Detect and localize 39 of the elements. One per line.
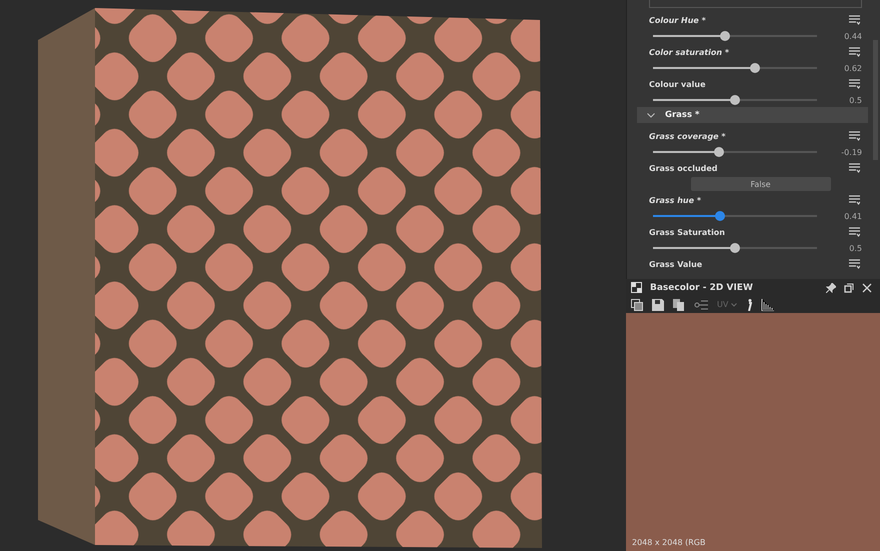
menu-icon[interactable]: [849, 259, 860, 269]
menu-icon[interactable]: [849, 47, 860, 57]
menu-icon[interactable]: [849, 15, 860, 25]
property-label: Grass occluded: [649, 164, 719, 172]
property-label: Colour value: [649, 80, 707, 88]
menu-icon[interactable]: [849, 163, 860, 173]
view-icon: [631, 282, 642, 293]
share-icon[interactable]: [694, 298, 708, 310]
value-text: -0.19: [840, 148, 862, 156]
restore-icon[interactable]: [844, 282, 854, 292]
value-text: 0.44: [843, 32, 862, 40]
close-icon[interactable]: [862, 282, 872, 292]
toggle-button[interactable]: False: [690, 177, 830, 191]
pages-icon[interactable]: [673, 298, 685, 310]
info-icon[interactable]: [746, 298, 752, 310]
value-text: 0.5: [848, 96, 862, 104]
section-header[interactable]: Grass *: [637, 107, 868, 123]
menu-icon[interactable]: [849, 131, 860, 141]
save-icon[interactable]: [652, 298, 664, 310]
copy-icon[interactable]: [631, 298, 643, 310]
property-label: Colour Hue *: [649, 16, 707, 24]
uv-dropdown[interactable]: UV: [717, 300, 737, 309]
property-label: Grass Value: [649, 260, 704, 268]
text-field[interactable]: [649, 0, 862, 8]
property-label: Grass coverage *: [649, 132, 727, 140]
value-text: 0.41: [843, 212, 862, 220]
value-text: 0.5: [848, 244, 862, 252]
property-label: Color saturation *: [649, 48, 730, 56]
histogram-icon[interactable]: [760, 298, 774, 310]
menu-icon[interactable]: [849, 195, 860, 205]
menu-icon[interactable]: [849, 227, 860, 237]
property-label: Grass Saturation: [649, 228, 726, 236]
caret-icon: [730, 303, 737, 307]
menu-icon[interactable]: [849, 79, 860, 89]
value-text: 0.62: [843, 64, 862, 72]
texture-info: 2048 x 2048 (RGB: [632, 538, 706, 547]
panel-title: Basecolor - 2D VIEW: [650, 282, 753, 292]
pin-icon[interactable]: [826, 282, 836, 292]
property-label: Grass hue *: [649, 196, 702, 204]
